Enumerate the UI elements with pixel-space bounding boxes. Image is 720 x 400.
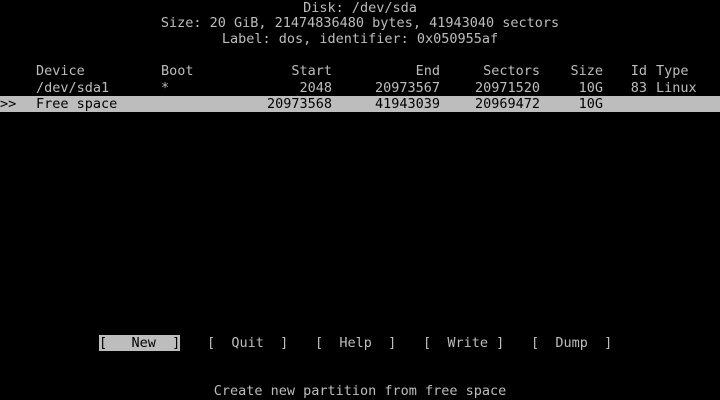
col-start-header: Start: [291, 63, 332, 79]
col-device-header: Device: [36, 63, 85, 79]
row-device: /dev/sda1: [36, 80, 110, 96]
disk-size-info: Size: 20 GiB, 21474836480 bytes, 4194304…: [160, 15, 560, 31]
row-size: 10G: [578, 80, 603, 96]
table-row[interactable]: /dev/sda1 * 2048 20973567 20971520 10G 8…: [0, 80, 720, 96]
disk-title: Disk: /dev/sda: [303, 0, 417, 16]
col-size-header: Size: [570, 63, 603, 79]
dump-button[interactable]: [ Dump ]: [531, 335, 612, 351]
col-boot-header: Boot: [161, 63, 194, 79]
col-end-header: End: [415, 63, 440, 79]
col-sectors-header: Sectors: [483, 63, 540, 79]
quit-button[interactable]: [ Quit ]: [207, 335, 288, 351]
row-size: 10G: [578, 96, 603, 112]
new-button[interactable]: [ New ]: [99, 335, 181, 351]
disk-label-info: Label: dos, identifier: 0x050955af: [221, 31, 499, 47]
row-end: 20973567: [374, 80, 440, 96]
row-sectors: 20969472: [474, 96, 540, 112]
help-button[interactable]: [ Help ]: [315, 335, 396, 351]
row-type: Linux: [656, 80, 697, 96]
status-message: Create new partition from free space: [213, 383, 507, 399]
row-sectors: 20971520: [474, 80, 540, 96]
row-device: Free space: [36, 96, 118, 112]
row-boot-flag: *: [161, 80, 170, 96]
row-start: 2048: [299, 80, 332, 96]
row-end: 41943039: [374, 96, 440, 112]
write-button[interactable]: [ Write ]: [423, 335, 504, 351]
row-start: 20973568: [266, 96, 332, 112]
table-row-selected[interactable]: >> Free space 20973568 41943039 20969472…: [0, 96, 720, 112]
col-type-header: Type: [656, 63, 689, 79]
row-cursor: >>: [0, 96, 17, 112]
col-id-header: Id: [630, 63, 647, 79]
row-id: 83: [630, 80, 647, 96]
table-header: Device Boot Start End Sectors Size Id Ty…: [0, 63, 720, 79]
